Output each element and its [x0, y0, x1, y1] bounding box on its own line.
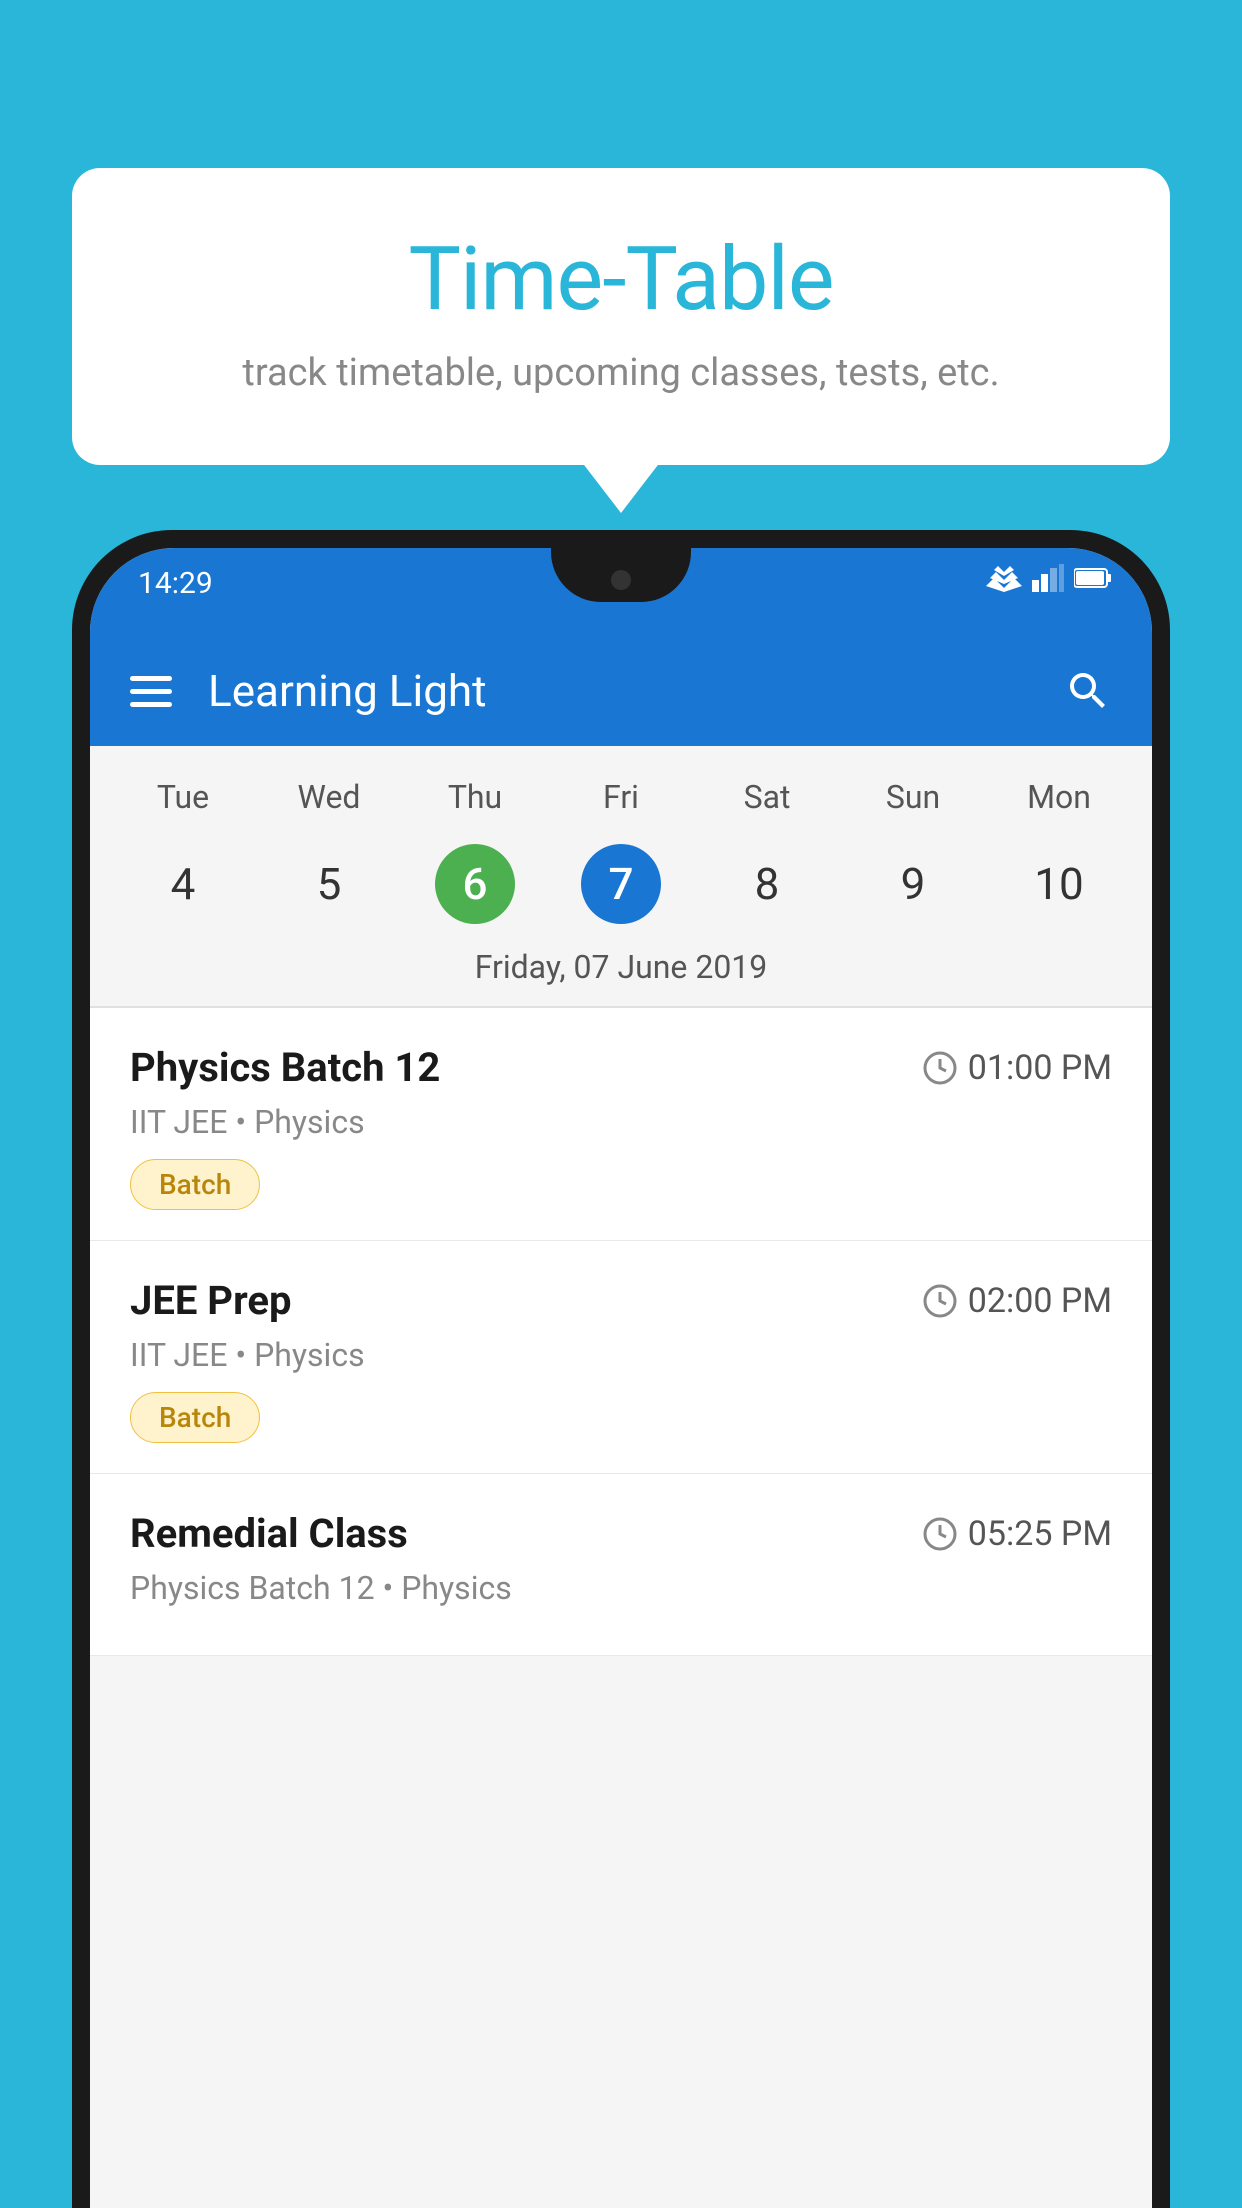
day-number: 10	[1019, 844, 1099, 924]
day-header-sat[interactable]: Sat	[694, 766, 840, 828]
day-name: Sat	[744, 778, 791, 816]
clock-icon	[922, 1516, 958, 1552]
batch-badge: Batch	[130, 1392, 1112, 1443]
tooltip-card: Time-Table track timetable, upcoming cla…	[72, 168, 1170, 465]
day-numbers: 456789 10	[90, 836, 1152, 932]
selected-date-label: Friday, 07 June 2019	[90, 932, 1152, 1006]
day-header-thu[interactable]: Thu	[402, 766, 548, 828]
wifi-icon	[986, 564, 1022, 592]
status-bar: 14:29	[90, 548, 1152, 636]
day-num-col-7[interactable]: 7	[548, 836, 694, 932]
schedule-item-title: JEE Prep	[130, 1277, 291, 1324]
schedule-item[interactable]: Remedial Class 05:25 PM Physics Batch 12…	[90, 1474, 1152, 1656]
schedule-item-time: 05:25 PM	[922, 1514, 1112, 1554]
day-header-tue[interactable]: Tue	[110, 766, 256, 828]
day-name: Wed	[298, 778, 361, 816]
schedule-list: Physics Batch 12 01:00 PM IIT JEE • Phys…	[90, 1008, 1152, 1656]
schedule-item[interactable]: Physics Batch 12 01:00 PM IIT JEE • Phys…	[90, 1008, 1152, 1241]
day-num-col-5[interactable]: 5	[256, 836, 402, 932]
day-headers: Tue Wed Thu Fri Sat Sun Mon	[90, 766, 1152, 828]
schedule-item-title: Remedial Class	[130, 1510, 408, 1557]
phone-frame: 14:29	[72, 530, 1170, 2208]
day-number: 7	[581, 844, 661, 924]
app-bar: Learning Light	[90, 636, 1152, 746]
battery-icon	[1074, 567, 1112, 589]
day-name: Tue	[157, 778, 209, 816]
clock-icon	[922, 1050, 958, 1086]
day-number: 9	[873, 844, 953, 924]
notch	[551, 548, 691, 602]
day-number: 6	[435, 844, 515, 924]
day-header-fri[interactable]: Fri	[548, 766, 694, 828]
day-header-sun[interactable]: Sun	[840, 766, 986, 828]
calendar-strip: Tue Wed Thu Fri Sat Sun Mon 456789 10 Friday, 0…	[90, 746, 1152, 1008]
day-num-col-8[interactable]: 8	[694, 836, 840, 932]
status-icons	[986, 564, 1112, 592]
schedule-item-time: 01:00 PM	[922, 1048, 1112, 1088]
day-header-wed[interactable]: Wed	[256, 766, 402, 828]
camera	[611, 570, 631, 590]
schedule-item-header: Physics Batch 12 01:00 PM	[130, 1044, 1112, 1091]
day-header-mon[interactable]: Mon	[986, 766, 1132, 828]
schedule-item-subtitle: IIT JEE • Physics	[130, 1103, 1112, 1141]
day-num-col-6[interactable]: 6	[402, 836, 548, 932]
day-num-col-4[interactable]: 4	[110, 836, 256, 932]
day-name: Thu	[448, 778, 502, 816]
schedule-item-time: 02:00 PM	[922, 1281, 1112, 1321]
day-num-col-9[interactable]: 9	[840, 836, 986, 932]
tooltip-title: Time-Table	[152, 228, 1090, 331]
phone-inner: 14:29	[90, 548, 1152, 2208]
clock-icon	[922, 1283, 958, 1319]
tooltip-subtitle: track timetable, upcoming classes, tests…	[152, 351, 1090, 395]
day-num-col-10[interactable]: 10	[986, 836, 1132, 932]
hamburger-menu-button[interactable]	[130, 676, 172, 707]
signal-icon	[1032, 564, 1064, 592]
day-number: 5	[289, 844, 369, 924]
app-title: Learning Light	[208, 665, 1064, 717]
day-name: Mon	[1027, 778, 1091, 816]
schedule-item-subtitle: Physics Batch 12 • Physics	[130, 1569, 1112, 1607]
schedule-item-header: Remedial Class 05:25 PM	[130, 1510, 1112, 1557]
search-icon[interactable]	[1064, 667, 1112, 715]
schedule-item[interactable]: JEE Prep 02:00 PM IIT JEE • Physics Batc…	[90, 1241, 1152, 1474]
schedule-item-title: Physics Batch 12	[130, 1044, 440, 1091]
batch-badge: Batch	[130, 1159, 1112, 1210]
day-name: Fri	[603, 778, 639, 816]
day-number: 4	[143, 844, 223, 924]
day-name: Sun	[886, 778, 940, 816]
schedule-item-header: JEE Prep 02:00 PM	[130, 1277, 1112, 1324]
status-time: 14:29	[138, 566, 213, 601]
day-number: 8	[727, 844, 807, 924]
schedule-item-subtitle: IIT JEE • Physics	[130, 1336, 1112, 1374]
